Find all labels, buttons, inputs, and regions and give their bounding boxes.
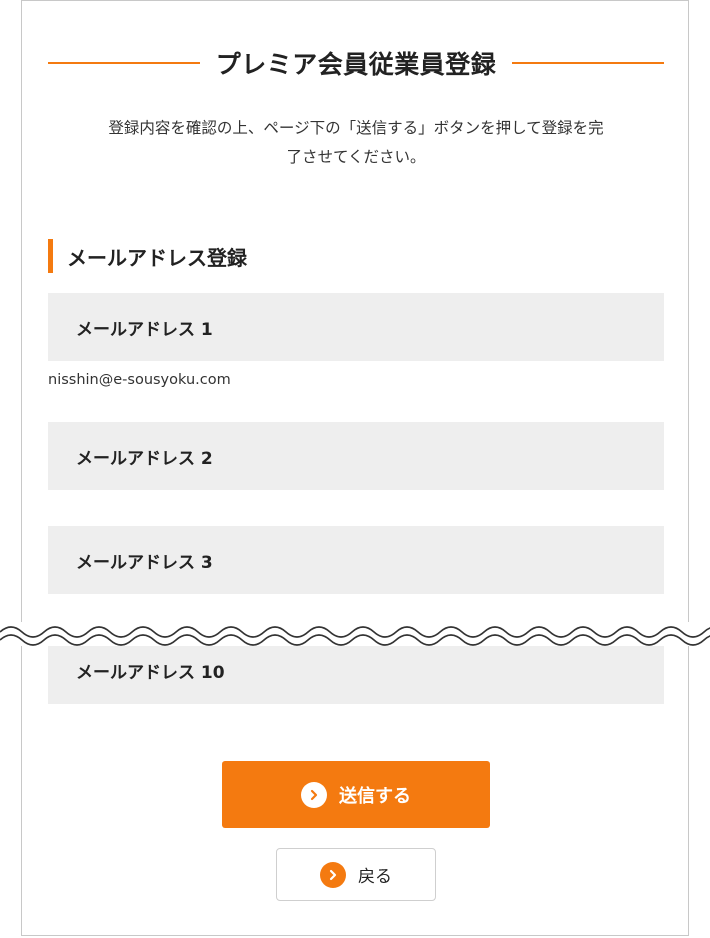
field-label: メールアドレス 1 [76, 319, 213, 340]
submit-button[interactable]: 送信する [222, 761, 490, 828]
title-rule-left [48, 62, 200, 64]
title-rule-right [512, 62, 665, 64]
intro-line-1: 登録内容を確認の上、ページ下の「送信する」ボタンを押して登録を完 [108, 119, 604, 137]
omission-wave-break [0, 622, 710, 646]
field-value-email-1: nisshin@e-sousyoku.com [48, 372, 231, 388]
intro-text: 登録内容を確認の上、ページ下の「送信する」ボタンを押して登録を完 了させてくださ… [48, 114, 664, 172]
chevron-right-circle-icon [301, 781, 327, 808]
page-header: プレミア会員従業員登録 [48, 40, 665, 86]
section-accent-bar [48, 239, 53, 273]
intro-line-2: 了させてください。 [286, 148, 426, 166]
field-label: メールアドレス 3 [76, 552, 213, 573]
field-label: メールアドレス 10 [76, 662, 225, 683]
submit-button-label: 送信する [339, 785, 411, 807]
back-button[interactable]: 戻る [276, 848, 436, 901]
back-button-label: 戻る [358, 867, 392, 887]
field-label: メールアドレス 2 [76, 448, 213, 469]
field-label-box-email-2: メールアドレス 2 [48, 422, 664, 490]
section-title: メールアドレス登録 [67, 245, 247, 270]
page-title: プレミア会員従業員登録 [215, 50, 497, 79]
field-label-box-email-3: メールアドレス 3 [48, 526, 664, 594]
chevron-right-circle-icon [320, 861, 346, 888]
section-heading: メールアドレス登録 [48, 238, 247, 274]
field-label-box-email-1: メールアドレス 1 [48, 293, 664, 361]
